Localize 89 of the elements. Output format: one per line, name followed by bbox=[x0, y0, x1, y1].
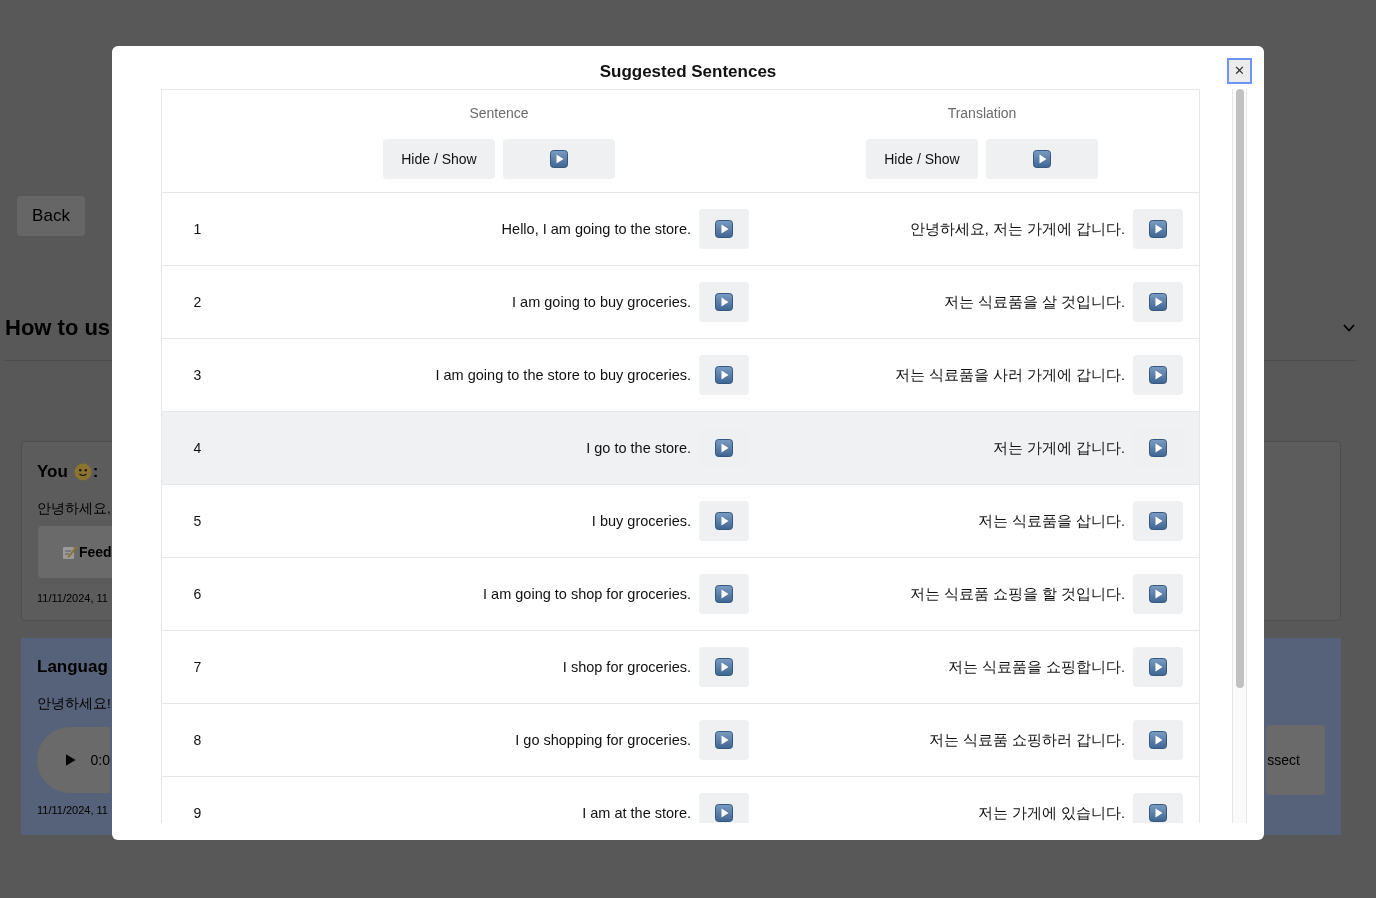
play-button[interactable] bbox=[699, 209, 749, 249]
play-button[interactable] bbox=[699, 355, 749, 395]
author-colon: : bbox=[92, 461, 99, 483]
hide-show-button[interactable]: Hide / Show bbox=[866, 139, 978, 179]
translation-text: 안녕하세요, 저는 가게에 갑니다. bbox=[909, 219, 1125, 239]
sentence-text: I buy groceries. bbox=[591, 513, 691, 529]
row-number: 2 bbox=[193, 294, 202, 310]
translation-text: 저는 식료품을 사러 가게에 갑니다. bbox=[894, 365, 1125, 385]
action-button[interactable]: ssect bbox=[1266, 725, 1325, 795]
play-icon bbox=[715, 220, 733, 238]
play-icon bbox=[1149, 731, 1167, 749]
sentence-text: I am at the store. bbox=[582, 805, 691, 821]
sentence-text: I am going to shop for groceries. bbox=[483, 586, 691, 602]
play-button[interactable] bbox=[1133, 720, 1183, 760]
chevron-down-icon[interactable] bbox=[1343, 324, 1355, 332]
sentence-text: I shop for groceries. bbox=[562, 659, 691, 675]
play-icon bbox=[715, 731, 733, 749]
play-icon bbox=[550, 150, 568, 168]
memo-pencil-icon bbox=[62, 544, 78, 560]
hide-show-button[interactable]: Hide / Show bbox=[383, 139, 495, 179]
play-icon[interactable] bbox=[66, 754, 76, 766]
sentence-text: I am going to buy groceries. bbox=[512, 294, 691, 310]
author-name: You bbox=[37, 461, 68, 483]
play-button[interactable] bbox=[1133, 209, 1183, 249]
play-icon bbox=[715, 439, 733, 457]
play-button[interactable] bbox=[1133, 574, 1183, 614]
play-all-button[interactable] bbox=[503, 139, 615, 179]
translation-text: 저는 식료품을 쇼핑합니다. bbox=[947, 657, 1125, 677]
play-button[interactable] bbox=[1133, 282, 1183, 322]
close-button[interactable]: ✕ bbox=[1229, 60, 1250, 82]
play-button[interactable] bbox=[699, 720, 749, 760]
row-number: 7 bbox=[193, 659, 202, 675]
translation-text: 저는 식료품을 삽니다. bbox=[977, 511, 1125, 531]
column-header: Sentence bbox=[469, 104, 529, 123]
play-icon bbox=[715, 293, 733, 311]
message-text: 안녕하세요! bbox=[37, 695, 111, 713]
play-icon bbox=[715, 658, 733, 676]
play-button[interactable] bbox=[1133, 793, 1183, 823]
sentence-text: I go to the store. bbox=[586, 440, 691, 456]
row-number: 4 bbox=[193, 440, 202, 456]
play-icon bbox=[715, 804, 733, 822]
play-button[interactable] bbox=[699, 282, 749, 322]
row-number: 5 bbox=[193, 513, 202, 529]
play-icon bbox=[1149, 804, 1167, 822]
play-icon bbox=[1149, 220, 1167, 238]
page-heading: How to us bbox=[5, 314, 111, 342]
play-button[interactable] bbox=[699, 793, 749, 823]
row-number: 8 bbox=[193, 732, 202, 748]
play-button[interactable] bbox=[1133, 501, 1183, 541]
play-icon bbox=[715, 585, 733, 603]
play-button[interactable] bbox=[1133, 355, 1183, 395]
row-number: 1 bbox=[193, 221, 202, 237]
timestamp: 11/11/2024, 11 bbox=[37, 803, 108, 817]
play-icon bbox=[1033, 150, 1051, 168]
row-number: 6 bbox=[193, 586, 202, 602]
audio-time: 0:0 bbox=[90, 752, 110, 768]
audio-player[interactable]: 0:0 bbox=[37, 727, 110, 793]
message-text: 안녕하세요, bbox=[37, 500, 111, 518]
play-icon bbox=[715, 512, 733, 530]
translation-text: 저는 식료품 쇼핑하러 갑니다. bbox=[928, 730, 1125, 750]
play-button[interactable] bbox=[1133, 647, 1183, 687]
translation-text: 저는 식료품을 살 것입니다. bbox=[943, 292, 1125, 312]
row-number: 9 bbox=[193, 805, 202, 821]
author-name: Languag bbox=[37, 656, 108, 678]
play-button[interactable] bbox=[699, 574, 749, 614]
play-icon bbox=[1149, 293, 1167, 311]
play-icon bbox=[715, 366, 733, 384]
sentence-text: Hello, I am going to the store. bbox=[501, 221, 691, 237]
play-icon bbox=[1149, 512, 1167, 530]
back-button[interactable]: Back bbox=[17, 196, 85, 236]
play-all-button[interactable] bbox=[986, 139, 1098, 179]
play-icon bbox=[1149, 366, 1167, 384]
play-button[interactable] bbox=[699, 501, 749, 541]
play-button[interactable] bbox=[699, 647, 749, 687]
play-icon bbox=[1149, 585, 1167, 603]
play-icon bbox=[1149, 439, 1167, 457]
row-number: 3 bbox=[193, 367, 202, 383]
column-header: Translation bbox=[947, 104, 1017, 123]
smiley-icon bbox=[73, 463, 92, 481]
translation-text: 저는 가게에 있습니다. bbox=[977, 803, 1125, 823]
translation-text: 저는 식료품 쇼핑을 할 것입니다. bbox=[909, 584, 1125, 604]
translation-text: 저는 가게에 갑니다. bbox=[992, 438, 1125, 458]
scrollbar-thumb[interactable] bbox=[1235, 89, 1244, 688]
timestamp: 11/11/2024, 11 bbox=[37, 591, 108, 605]
scrollbar-track[interactable] bbox=[1232, 89, 1247, 823]
sentence-text: I am going to the store to buy groceries. bbox=[435, 367, 691, 383]
modal-title: Suggested Sentences bbox=[599, 62, 777, 82]
sentence-text: I go shopping for groceries. bbox=[515, 732, 691, 748]
play-icon bbox=[1149, 658, 1167, 676]
